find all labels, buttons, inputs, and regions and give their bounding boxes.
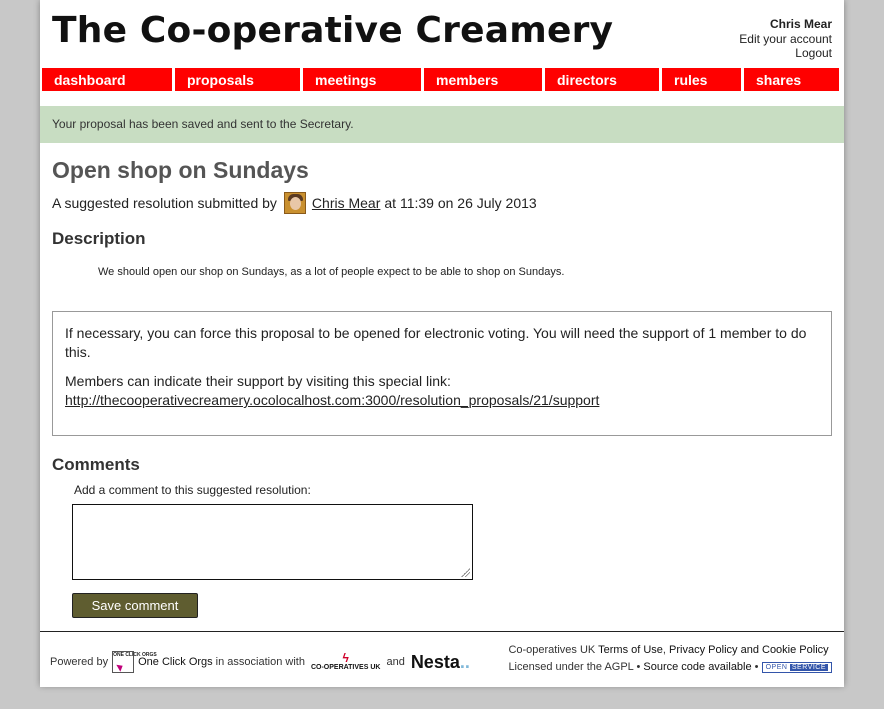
one-click-orgs-logo-icon: ONE CLICK ORGS <box>112 651 157 673</box>
byline-prefix: A suggested resolution submitted by <box>52 195 277 211</box>
coop-uk-text: Co-operatives UK <box>508 644 596 656</box>
footer-credits: Powered by ONE CLICK ORGS One Click Orgs… <box>50 651 470 673</box>
site-title: The Co-operative Creamery <box>52 10 614 51</box>
edit-account-link[interactable]: Edit your account <box>739 32 832 47</box>
nav-directors[interactable]: directors <box>545 68 659 91</box>
cookie-link[interactable]: Cookie Policy <box>762 644 829 656</box>
nav-proposals[interactable]: proposals <box>175 68 300 91</box>
support-link-intro: Members can indicate their support by vi… <box>65 373 451 389</box>
description-text: We should open our shop on Sundays, as a… <box>98 266 565 278</box>
nesta-logo-icon[interactable]: Nesta.. <box>411 652 470 673</box>
comment-textarea[interactable] <box>72 504 473 580</box>
description-heading: Description <box>52 229 146 248</box>
flash-notice: Your proposal has been saved and sent to… <box>40 106 844 143</box>
current-user-name: Chris Mear <box>769 17 832 31</box>
footer-legal: Co-operatives UK Terms of Use, Privacy P… <box>508 642 832 676</box>
support-link[interactable]: http://thecooperativecreamery.ocolocalho… <box>65 392 599 408</box>
source-code-link[interactable]: Source code available <box>643 661 751 673</box>
powered-by-text: Powered by <box>50 656 109 668</box>
nav-members[interactable]: members <box>424 68 542 91</box>
nav-meetings[interactable]: meetings <box>303 68 421 91</box>
privacy-link[interactable]: Privacy Policy <box>669 644 737 656</box>
logout-link[interactable]: Logout <box>739 46 832 61</box>
nav-dashboard[interactable]: dashboard <box>42 68 172 91</box>
cooperatives-uk-logo-icon[interactable]: ϟ CO-OPERATIVES UK <box>311 652 381 672</box>
author-link[interactable]: Chris Mear <box>312 195 380 211</box>
nav-shares[interactable]: shares <box>744 68 839 91</box>
footer: Powered by ONE CLICK ORGS One Click Orgs… <box>40 631 844 687</box>
terms-link[interactable]: Terms of Use <box>598 644 663 656</box>
proposal-title: Open shop on Sundays <box>52 157 309 183</box>
byline-timestamp: at 11:39 on 26 July 2013 <box>384 195 537 211</box>
association-text: in association with <box>215 656 305 668</box>
avatar <box>283 192 306 214</box>
nav-rules[interactable]: rules <box>662 68 741 91</box>
user-box: Chris Mear Edit your account Logout <box>739 17 832 61</box>
main-nav: dashboard proposals meetings members dir… <box>42 68 842 91</box>
support-info-box: If necessary, you can force this proposa… <box>52 311 832 436</box>
save-comment-button[interactable]: Save comment <box>72 593 198 618</box>
resize-handle-icon[interactable] <box>461 568 470 577</box>
and-text: and <box>386 656 405 668</box>
proposal-byline: A suggested resolution submitted by Chri… <box>52 192 537 214</box>
support-info-text: If necessary, you can force this proposa… <box>65 325 807 360</box>
open-service-badge-icon[interactable]: OPEN SERVICE <box>761 661 832 673</box>
comments-heading: Comments <box>52 455 140 474</box>
page-container: The Co-operative Creamery Chris Mear Edi… <box>40 0 844 687</box>
license-text: Licensed under the AGPL <box>508 661 634 673</box>
comment-label: Add a comment to this suggested resoluti… <box>74 483 311 497</box>
